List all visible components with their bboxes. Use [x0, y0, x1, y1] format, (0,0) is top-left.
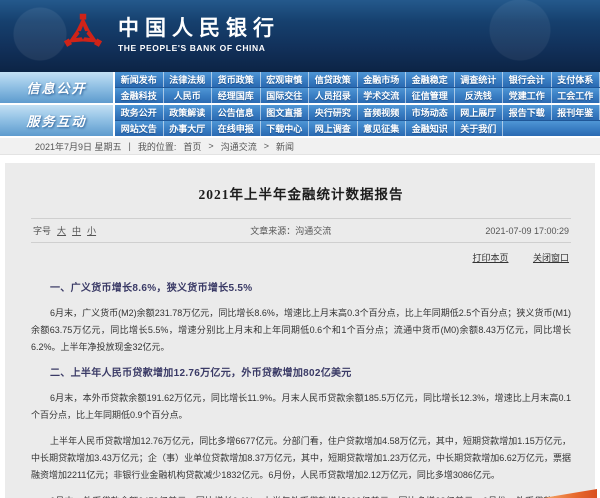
nav-item[interactable]: 货币政策 [212, 72, 261, 87]
nav-item[interactable]: 宏观审慎 [261, 72, 310, 87]
print-page-button[interactable]: 打印本页 [472, 253, 508, 263]
article-paragraph: 6月末，外币贷款余额9473亿美元，同比增长9.6%。上半年外币贷款增加802亿… [31, 493, 571, 498]
nav-item[interactable]: 调查统计 [455, 72, 504, 87]
main-nav: 信息公开 新闻发布法律法规货币政策宏观审慎信贷政策金融市场金融稳定调查统计银行会… [0, 72, 600, 136]
nav-item[interactable]: 网上展厅 [455, 105, 504, 120]
breadcrumb-link-communication[interactable]: 沟通交流 [221, 140, 257, 153]
nav-item[interactable]: 金融知识 [406, 121, 455, 136]
nav-item[interactable]: 政务公开 [115, 105, 164, 120]
nav-item[interactable]: 政策解读 [164, 105, 213, 120]
nav-row: 金融科技人民币经理国库国际交往人员招录学术交流征信管理反洗钱党建工作工会工作 [115, 87, 600, 103]
article-paragraph: 6月末，本外币贷款余额191.62万亿元，同比增长11.9%。月末人民币贷款余额… [31, 390, 571, 424]
nav-section-info-disclosure: 信息公开 新闻发布法律法规货币政策宏观审慎信贷政策金融市场金融稳定调查统计银行会… [0, 72, 600, 103]
nav-item[interactable]: 在线申报 [212, 121, 261, 136]
article-meta-row: 字号 大中小 文章来源：沟通交流 2021-07-09 17:00:29 [31, 218, 571, 243]
nav-item[interactable]: 市场动态 [406, 105, 455, 120]
font-size-option[interactable]: 大 [57, 224, 66, 237]
nav-tab-info-disclosure[interactable]: 信息公开 [0, 72, 115, 103]
breadcrumb-divider: | [129, 141, 131, 151]
nav-item[interactable]: 人员招录 [309, 88, 358, 103]
breadcrumb-link-news[interactable]: 新闻 [276, 140, 294, 153]
nav-item[interactable]: 意见征集 [358, 121, 407, 136]
nav-item[interactable]: 反洗钱 [455, 88, 504, 103]
font-size-option[interactable]: 中 [72, 224, 81, 237]
nav-item[interactable]: 法律法规 [164, 72, 213, 87]
nav-item[interactable]: 信贷政策 [309, 72, 358, 87]
nav-item[interactable]: 人民币 [164, 88, 213, 103]
breadcrumb-arrow: > [208, 141, 213, 151]
pboc-logo[interactable]: 中国人民银行 THE PEOPLE'S BANK OF CHINA [62, 11, 280, 57]
section-heading-1: 一、广义货币增长8.6%，狭义货币增长5.5% [31, 280, 571, 297]
font-size-links: 大中小 [57, 224, 96, 237]
nav-item[interactable]: 国际交往 [261, 88, 310, 103]
nav-item[interactable]: 征信管理 [406, 88, 455, 103]
nav-item[interactable]: 党建工作 [503, 88, 552, 103]
breadcrumb: 2021年7月9日 星期五 | 我的位置: 首页 > 沟通交流 > 新闻 [0, 138, 600, 155]
article-paragraph: 上半年人民币贷款增加12.76万亿元，同比多增6677亿元。分部门看，住户贷款增… [31, 433, 571, 484]
nav-item[interactable]: 银行会计 [503, 72, 552, 87]
nav-grid-info: 新闻发布法律法规货币政策宏观审慎信贷政策金融市场金融稳定调查统计银行会计支付体系… [115, 72, 600, 103]
header-banner: 中国人民银行 THE PEOPLE'S BANK OF CHINA [0, 0, 600, 72]
nav-item[interactable]: 下载中心 [261, 121, 310, 136]
section-heading-2: 二、上半年人民币贷款增加12.76万亿元，外币贷款增加802亿美元 [31, 365, 571, 382]
nav-item[interactable]: 音频视频 [358, 105, 407, 120]
article-datetime: 2021-07-09 17:00:29 [485, 226, 569, 236]
nav-tab-service-interaction[interactable]: 服务互动 [0, 105, 115, 136]
nav-item[interactable]: 报刊年鉴 [552, 105, 600, 120]
font-size-control: 字号 大中小 [33, 224, 96, 237]
nav-item[interactable]: 央行研究 [309, 105, 358, 120]
article-source: 文章来源：沟通交流 [96, 224, 485, 237]
nav-item[interactable]: 报告下载 [503, 105, 552, 120]
font-size-option[interactable]: 小 [87, 224, 96, 237]
nav-item[interactable]: 公告信息 [212, 105, 261, 120]
content-panel: 2021年上半年金融统计数据报告 字号 大中小 文章来源：沟通交流 2021-0… [5, 163, 595, 498]
page-title: 2021年上半年金融统计数据报告 [31, 183, 571, 203]
nav-item[interactable]: 图文直播 [261, 105, 310, 120]
nav-row: 网站文告办事大厅在线申报下载中心网上调查意见征集金融知识关于我们 [115, 120, 600, 136]
breadcrumb-link-home[interactable]: 首页 [183, 140, 201, 153]
nav-section-service-interaction: 服务互动 政务公开政策解读公告信息图文直播央行研究音频视频市场动态网上展厅报告下… [0, 105, 600, 136]
header-title-cn: 中国人民银行 [118, 15, 280, 41]
article-actions: 打印本页 关闭窗口 [31, 243, 571, 273]
nav-item[interactable]: 支付体系 [552, 72, 600, 87]
nav-row: 新闻发布法律法规货币政策宏观审慎信贷政策金融市场金融稳定调查统计银行会计支付体系 [115, 72, 600, 87]
pboc-emblem-icon [62, 11, 104, 57]
breadcrumb-arrow: > [264, 141, 269, 151]
nav-item[interactable]: 工会工作 [552, 88, 600, 103]
nav-item[interactable]: 新闻发布 [115, 72, 164, 87]
nav-item[interactable]: 学术交流 [358, 88, 407, 103]
nav-item[interactable]: 网上调查 [309, 121, 358, 136]
nav-item[interactable]: 金融稳定 [406, 72, 455, 87]
nav-item[interactable]: 关于我们 [455, 121, 504, 136]
nav-grid-service: 政务公开政策解读公告信息图文直播央行研究音频视频市场动态网上展厅报告下载报刊年鉴… [115, 105, 600, 136]
nav-item[interactable]: 网站文告 [115, 121, 164, 136]
nav-row: 政务公开政策解读公告信息图文直播央行研究音频视频市场动态网上展厅报告下载报刊年鉴 [115, 105, 600, 120]
header-title-en: THE PEOPLE'S BANK OF CHINA [118, 43, 280, 53]
close-window-button[interactable]: 关闭窗口 [533, 253, 569, 263]
nav-item[interactable]: 金融市场 [358, 72, 407, 87]
article-body: 一、广义货币增长8.6%，狭义货币增长5.5% 6月末，广义货币(M2)余额23… [31, 280, 571, 498]
nav-item[interactable]: 经理国库 [212, 88, 261, 103]
nav-item[interactable]: 办事大厅 [164, 121, 213, 136]
breadcrumb-date: 2021年7月9日 星期五 [35, 140, 122, 153]
breadcrumb-location-label: 我的位置: [138, 140, 177, 153]
article-paragraph: 6月末，广义货币(M2)余额231.78万亿元，同比增长8.6%，增速比上月末高… [31, 305, 571, 356]
nav-item[interactable]: 金融科技 [115, 88, 164, 103]
font-size-label: 字号 [33, 224, 51, 237]
